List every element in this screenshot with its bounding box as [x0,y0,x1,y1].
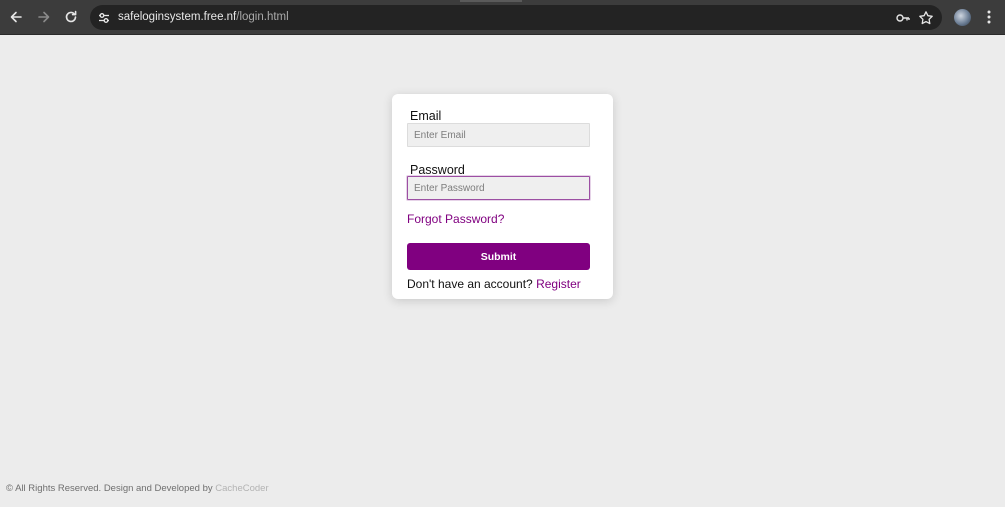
tab-strip-edge [460,0,522,2]
avatar[interactable] [954,9,971,26]
footer: © All Rights Reserved. Design and Develo… [6,483,269,494]
forward-button[interactable] [35,8,53,26]
star-icon[interactable] [918,10,934,26]
register-link[interactable]: Register [536,277,581,291]
register-prompt-line: Don't have an account? Register [407,277,581,291]
address-bar[interactable]: safeloginsystem.free.nf/login.html [90,5,942,30]
login-card: Email Password Forgot Password? Submit D… [392,94,613,299]
footer-brand-link[interactable]: CacheCoder [215,483,268,494]
tune-icon[interactable] [97,11,111,25]
url-text: safeloginsystem.free.nf/login.html [118,5,289,30]
email-field[interactable] [407,123,590,147]
reload-icon [65,10,77,23]
url-host: safeloginsystem.free.nf [118,11,237,23]
arrow-left-icon [10,11,22,23]
footer-text: © All Rights Reserved. Design and Develo… [6,483,213,494]
back-button[interactable] [7,8,25,26]
arrow-right-icon [38,11,50,23]
password-field[interactable] [407,176,590,200]
reload-button[interactable] [62,8,80,26]
password-label: Password [410,163,465,177]
url-path: /login.html [236,11,289,23]
register-prompt: Don't have an account? [407,277,533,291]
forgot-password-link[interactable]: Forgot Password? [407,212,504,226]
submit-button[interactable]: Submit [407,243,590,270]
key-icon[interactable] [895,10,911,26]
email-label: Email [410,109,442,123]
kebab-menu-icon[interactable] [982,8,996,26]
browser-toolbar: safeloginsystem.free.nf/login.html [0,0,1005,35]
